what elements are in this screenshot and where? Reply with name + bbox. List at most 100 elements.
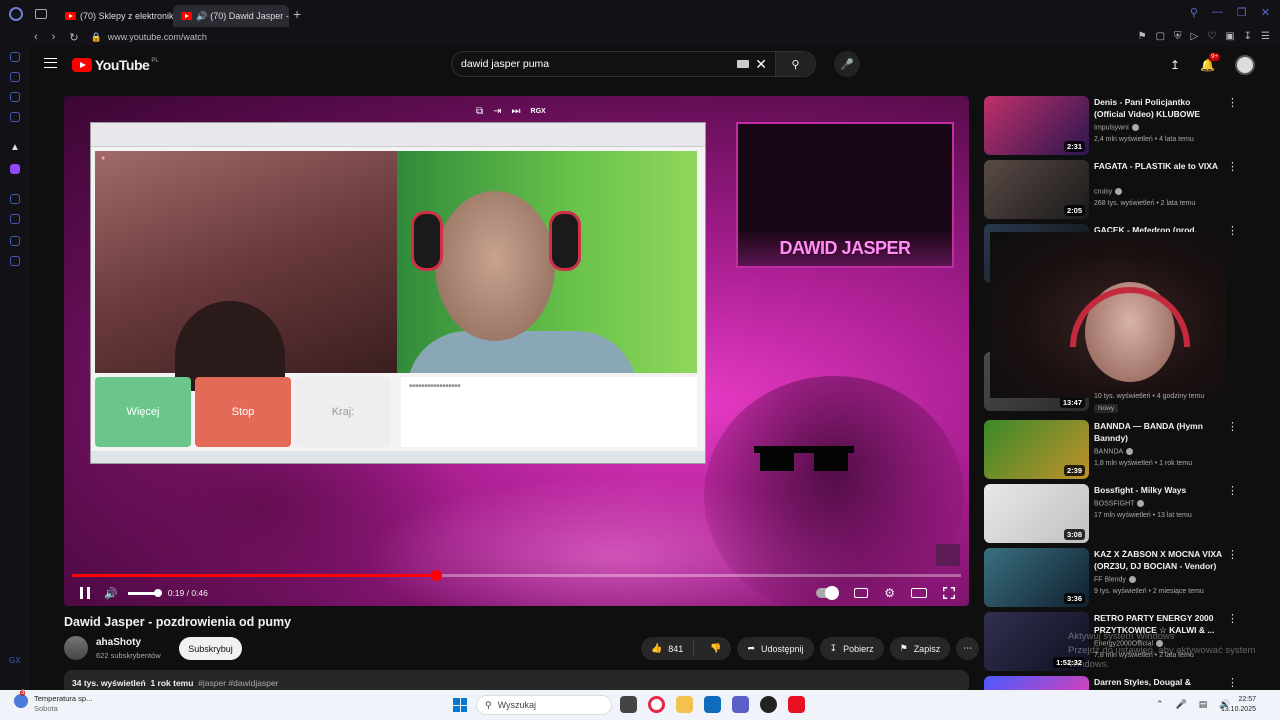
recommendation-title[interactable]: KAZ X ŻABSON X MOCNA VIXA (ORZ3U, DJ BOC… (1094, 548, 1224, 572)
taskbar-search[interactable]: ⚲ Wyszukaj (476, 695, 612, 715)
hashtags[interactable]: #jasper #dawidjasper (198, 678, 278, 688)
video-player[interactable]: ⧉ ⇥ ⏭ RGX ● Więcej Stop Kraj: ■■■■■■■■■■… (64, 96, 969, 606)
task-view-icon[interactable] (620, 696, 637, 713)
snapshot-icon[interactable]: ▢ (1156, 31, 1165, 42)
pause-icon[interactable] (80, 587, 90, 599)
tray-chevron-icon[interactable]: ⌃ (1156, 699, 1164, 710)
close-window-icon[interactable]: ✕ (1261, 6, 1270, 19)
menu-icon[interactable]: ☰ (1261, 31, 1270, 42)
speaker-icon[interactable]: 🔊 (196, 11, 207, 22)
sidebar-icon-4[interactable] (10, 112, 20, 122)
minimize-icon[interactable]: — (1212, 6, 1223, 19)
search-button[interactable]: ⚲ (775, 52, 815, 76)
recommendation-item[interactable]: 3:08 Bossfight - Milky Ways ⋮ BOSSFIGHT 17 m… (984, 484, 1244, 544)
back-icon[interactable]: ‹ (34, 31, 38, 44)
download-icon[interactable]: ↧ (1244, 31, 1252, 42)
save-button[interactable]: ⚑ Zapisz (889, 637, 951, 660)
share-button[interactable]: ➦ Udostępnij (737, 637, 814, 660)
wallet-icon[interactable]: ▣ (1225, 31, 1234, 42)
volume-icon[interactable]: 🔊 (104, 587, 118, 600)
country-button[interactable]: Kraj: (295, 377, 391, 447)
volume-slider[interactable] (127, 588, 162, 597)
lock-icon[interactable]: 🔒 (91, 32, 102, 43)
upload-icon[interactable]: ↥ (1170, 58, 1180, 72)
more-options-icon[interactable]: ⋮ (1227, 484, 1238, 497)
account-avatar[interactable] (1235, 55, 1256, 75)
recommendation-item[interactable]: 2:31 Denis - Pani Policjantko (Official V… (984, 96, 1244, 156)
recommendation-title[interactable]: Denis - Pani Policjantko (Official Video… (1094, 96, 1224, 120)
settings-gear-icon[interactable]: ⚙ (884, 586, 895, 600)
hamburger-menu-icon[interactable] (44, 58, 57, 68)
clear-search-icon[interactable]: ✕ (755, 56, 767, 73)
tiktok-icon[interactable]: ▲ (10, 142, 20, 153)
voice-search-button[interactable]: 🎤 (834, 51, 860, 77)
sidebar-icon-1[interactable] (10, 52, 20, 62)
clock[interactable]: 22:57 13.10.2025 (1221, 695, 1256, 715)
start-button[interactable] (453, 698, 467, 712)
reload-icon[interactable]: ↻ (69, 31, 78, 44)
more-options-icon[interactable]: ⋮ (1227, 612, 1238, 625)
recommendation-thumbnail[interactable]: 3:36 (984, 548, 1089, 607)
miniplayer-icon[interactable]: ⧉ (476, 106, 483, 117)
pin-icon[interactable]: ⚑ (1138, 31, 1147, 42)
new-tab-button[interactable]: + (293, 6, 301, 22)
youtube-logo[interactable]: YouTube PL (72, 57, 159, 73)
tray-mic-icon[interactable]: 🎤 (1176, 699, 1187, 710)
recommendation-channel[interactable]: cruisy (1094, 188, 1123, 195)
dislike-button[interactable]: 👎 (700, 643, 731, 654)
search-box[interactable]: dawid jasper puma ✕ ⚲ (451, 51, 816, 77)
recommendation-thumbnail[interactable]: 3:08 (984, 484, 1089, 543)
file-explorer-icon[interactable] (676, 696, 693, 713)
like-button[interactable]: 👍 841 (641, 641, 695, 656)
recommendation-item[interactable]: 3:36 KAZ X ŻABSON X MOCNA VIXA (ORZ3U, DJ… (984, 548, 1244, 608)
settings-icon[interactable] (10, 256, 20, 266)
autoplay-toggle[interactable] (816, 586, 840, 600)
rgx-label[interactable]: RGX (531, 106, 546, 117)
more-options-icon[interactable]: ⋮ (1227, 676, 1238, 689)
recommendation-title[interactable]: FAGATA - PLASTIK ale to VIXA (1094, 160, 1224, 172)
recommendation-thumbnail[interactable]: 2:05 (984, 160, 1089, 219)
sidebar-icon-5[interactable] (10, 194, 20, 204)
keyboard-icon[interactable] (737, 60, 750, 68)
workspaces-icon[interactable] (35, 9, 47, 19)
history-icon[interactable] (10, 214, 20, 224)
search-tabs-icon[interactable]: ⚲ (1190, 6, 1198, 19)
recommendation-thumbnail[interactable]: 2:31 (984, 96, 1089, 155)
forward-icon[interactable]: › (52, 31, 56, 44)
outlook-icon[interactable] (704, 696, 721, 713)
channel-name[interactable]: ahaShoty (96, 637, 141, 648)
app-icon[interactable] (760, 696, 777, 713)
more-options-icon[interactable]: ⋮ (1227, 160, 1238, 173)
more-options-icon[interactable]: ⋮ (1227, 224, 1238, 237)
subscribe-button[interactable]: Subskrybuj (179, 637, 242, 660)
teams-icon[interactable] (732, 696, 749, 713)
recommendation-title[interactable]: Darren Styles, Dougal & (1094, 676, 1224, 688)
download-button[interactable]: ↧ Pobierz (819, 637, 884, 660)
sidebar-icon-3[interactable] (10, 92, 20, 102)
more-actions-button[interactable]: ⋯ (956, 637, 980, 660)
recommendation-channel[interactable]: BOSSFIGHT (1094, 500, 1145, 507)
play-icon[interactable]: ▷ (1191, 31, 1199, 42)
recommendation-channel[interactable]: FF Blendy (1094, 576, 1136, 583)
tab-sklepy[interactable]: (70) Sklepy z elektroniką (57, 5, 173, 27)
theater-mode-icon[interactable] (911, 588, 927, 598)
channel-avatar[interactable] (64, 636, 88, 660)
sidebar-icon-6[interactable] (10, 236, 20, 246)
fullscreen-icon[interactable] (943, 587, 955, 599)
progress-bar[interactable] (72, 570, 961, 581)
url-field[interactable]: www.youtube.com/watch (108, 32, 207, 42)
opera-icon[interactable] (648, 696, 665, 713)
next-button[interactable]: Więcej (95, 377, 191, 447)
opera-gx-icon[interactable] (788, 696, 805, 713)
more-options-icon[interactable]: ⋮ (1227, 96, 1238, 109)
recommendation-channel[interactable]: Impulsywni (1094, 124, 1139, 131)
skip-icon[interactable]: ⏭ (512, 106, 521, 117)
subtitles-icon[interactable] (854, 588, 869, 598)
twitch-icon[interactable] (10, 164, 20, 174)
tab-dawid-jasper[interactable]: 🔊 (70) Dawid Jasper - p (173, 5, 289, 27)
browser-logo-icon[interactable] (9, 7, 23, 21)
shield-icon[interactable]: ⛨ (1174, 31, 1182, 42)
gx-icon[interactable]: GX (9, 656, 21, 666)
weather-widget[interactable]: Temperatura sp... Sobota (14, 690, 92, 714)
maximize-icon[interactable]: ❐ (1237, 6, 1247, 19)
